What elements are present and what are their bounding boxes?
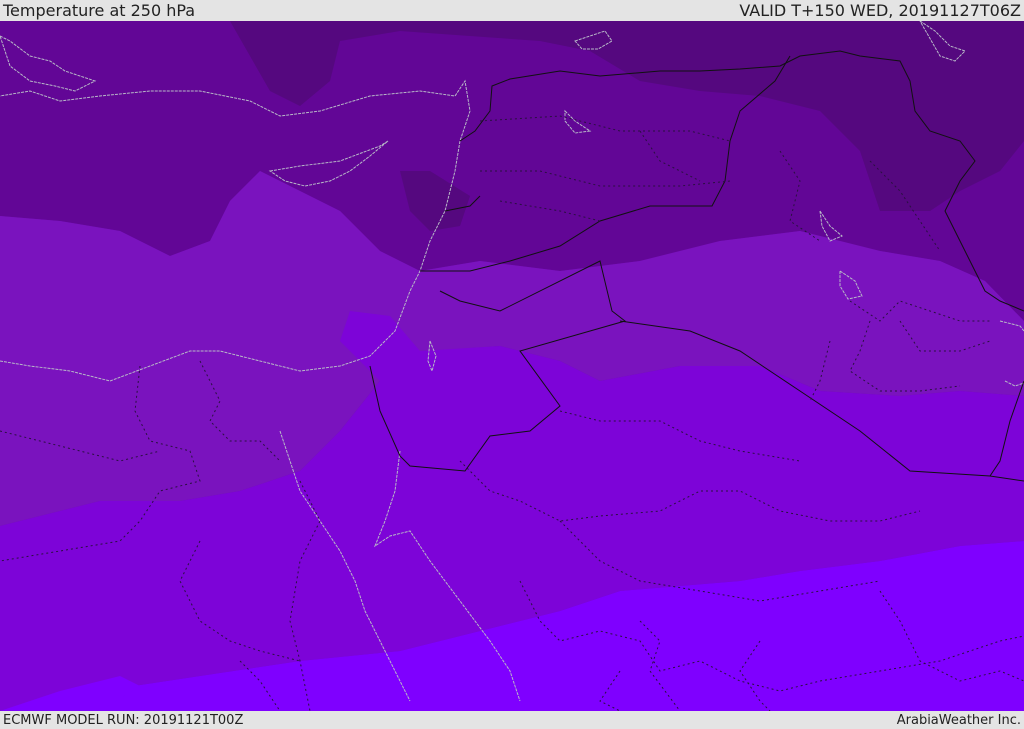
credit-label: ArabiaWeather Inc. <box>896 712 1021 728</box>
temperature-map[interactable] <box>0 21 1024 711</box>
header-bar: Temperature at 250 hPa VALID T+150 WED, … <box>0 0 1024 21</box>
model-run-label: ECMWF MODEL RUN: 20191121T00Z <box>3 712 244 728</box>
valid-time-label: VALID T+150 WED, 20191127T06Z <box>739 1 1021 20</box>
map-svg <box>0 21 1024 711</box>
footer-bar: ECMWF MODEL RUN: 20191121T00Z ArabiaWeat… <box>0 711 1024 729</box>
map-title: Temperature at 250 hPa <box>3 1 196 20</box>
